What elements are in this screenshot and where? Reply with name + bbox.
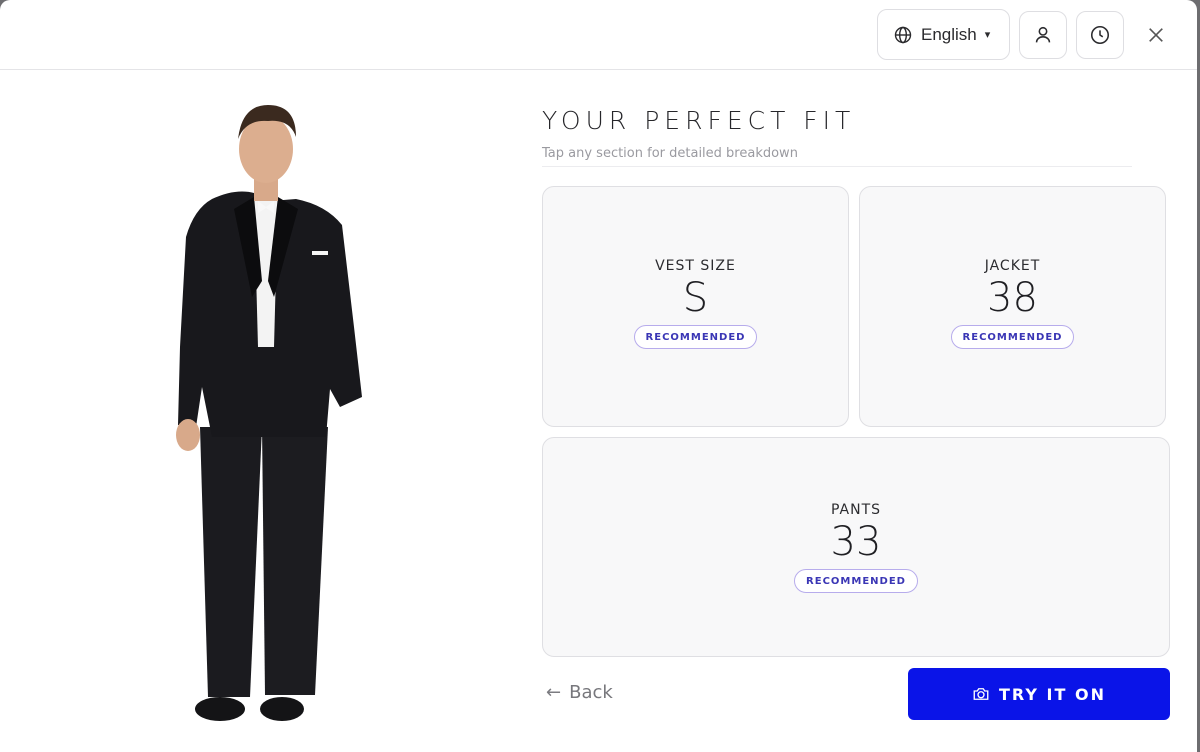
top-bar: English ▾ — [0, 0, 1197, 70]
user-icon — [1035, 26, 1051, 43]
chevron-down-icon: ▾ — [984, 28, 991, 41]
camera-icon — [973, 688, 989, 700]
close-button[interactable] — [1139, 18, 1173, 52]
page-subtitle: Tap any section for detailed breakdown — [542, 146, 1132, 167]
history-button[interactable] — [1076, 11, 1124, 59]
try-it-on-label: TRY IT ON — [999, 684, 1106, 704]
model-panel — [0, 71, 520, 752]
globe-icon — [894, 26, 912, 43]
language-selector[interactable]: English ▾ — [877, 9, 1010, 60]
close-icon — [1149, 28, 1163, 42]
model-image — [176, 105, 362, 721]
recommended-badge: RECOMMENDED — [633, 325, 758, 349]
card-label: VEST SIZE — [655, 258, 736, 274]
card-value: 33 — [830, 519, 882, 565]
language-label: English — [921, 24, 977, 44]
card-label: PANTS — [830, 502, 882, 518]
back-label: Back — [569, 682, 613, 703]
jacket-size-card[interactable]: JACKET 38 RECOMMENDED — [859, 186, 1166, 427]
fit-results-window: English ▾ YOUR PERFECT FIT Tap any secti… — [0, 0, 1197, 752]
card-value: S — [682, 275, 709, 321]
card-value: 38 — [987, 275, 1038, 321]
card-label: JACKET — [984, 258, 1041, 274]
page-title: YOUR PERFECT FIT — [542, 106, 856, 135]
vest-size-card[interactable]: VEST SIZE S RECOMMENDED — [542, 186, 849, 427]
arrow-left-icon: ← — [546, 682, 562, 703]
try-it-on-button[interactable]: TRY IT ON — [908, 668, 1170, 720]
profile-button[interactable] — [1019, 11, 1067, 59]
recommended-badge: RECOMMENDED — [794, 569, 918, 593]
recommended-badge: RECOMMENDED — [950, 325, 1075, 349]
clock-icon — [1090, 25, 1110, 45]
back-button[interactable]: ← Back — [546, 682, 613, 703]
pants-size-card[interactable]: PANTS 33 RECOMMENDED — [542, 437, 1170, 657]
